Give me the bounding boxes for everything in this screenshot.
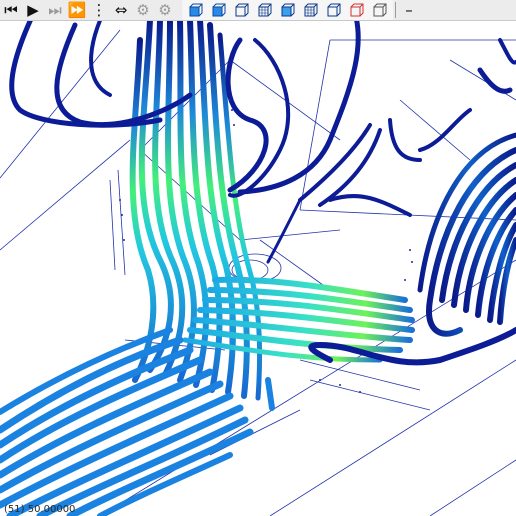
shaded-cube-icon[interactable] xyxy=(207,1,230,19)
toolbar: ⏮ ▶ ⏭ ⏩ ⋮ ⇔ ⚙ ⚙ – xyxy=(0,0,516,21)
more-options-icon[interactable]: ⋮ xyxy=(88,0,110,20)
blue-cube-icon[interactable] xyxy=(276,1,299,19)
step-back-icon[interactable]: ⏮ xyxy=(0,0,22,20)
frame-status: (51) 50.00000 xyxy=(4,504,76,515)
view-buttons-group xyxy=(182,0,393,20)
mesh-cube-icon[interactable] xyxy=(299,1,322,19)
red-cube-icon[interactable] xyxy=(345,1,368,19)
solid-cube-icon[interactable] xyxy=(184,1,207,19)
wireframe-mesh xyxy=(0,29,516,516)
toolbar-separator xyxy=(395,2,396,18)
play-icon[interactable]: ▶ xyxy=(22,0,44,20)
run-icon[interactable]: ⚙ xyxy=(154,0,176,20)
wire-cube-icon[interactable] xyxy=(322,1,345,19)
walk-icon[interactable]: ⚙ xyxy=(132,0,154,20)
dark-streamline-loops xyxy=(9,0,516,366)
step-forward-icon[interactable]: ⏭ xyxy=(44,0,66,20)
dash-icon[interactable]: – xyxy=(398,0,420,20)
loop-icon[interactable]: ⇔ xyxy=(110,0,132,20)
outline-cube-icon[interactable] xyxy=(230,1,253,19)
grid-cube-icon[interactable] xyxy=(253,1,276,19)
3d-viewport[interactable] xyxy=(0,0,516,516)
right-streamline-bundle xyxy=(417,132,516,337)
white-cube-icon[interactable] xyxy=(368,1,391,19)
fast-forward-icon[interactable]: ⏩ xyxy=(66,0,88,20)
